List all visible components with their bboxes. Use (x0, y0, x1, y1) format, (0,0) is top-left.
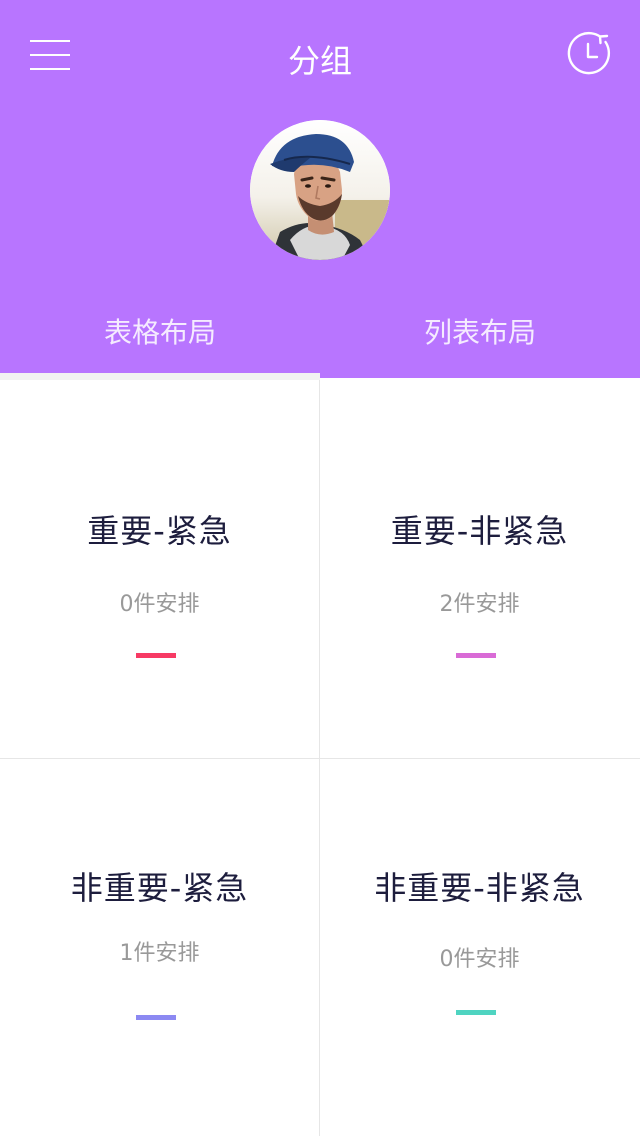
menu-icon-line (30, 54, 70, 56)
page-title: 分组 (287, 42, 352, 80)
group-cell-important-urgent[interactable]: 重要-紧急 0件安排 (0, 380, 319, 758)
history-button[interactable] (562, 30, 614, 82)
group-color-bar (456, 1010, 496, 1015)
group-color-bar (136, 1015, 176, 1020)
group-count: 1件安排 (119, 941, 200, 966)
user-avatar[interactable] (250, 120, 390, 260)
group-count: 2件安排 (439, 592, 520, 617)
group-title: 非重要-非紧急 (374, 869, 585, 907)
tab-list-layout[interactable]: 列表布局 (320, 300, 640, 370)
group-cell-not-important-not-urgent[interactable]: 非重要-非紧急 0件安排 (320, 759, 639, 1136)
group-cell-important-not-urgent[interactable]: 重要-非紧急 2件安排 (320, 380, 639, 758)
grid-divider-horizontal (0, 758, 640, 759)
group-title: 重要-非紧急 (390, 512, 569, 550)
group-grid: 重要-紧急 0件安排 重要-非紧急 2件安排 非重要-紧急 1件安排 非重要-非… (0, 380, 640, 1136)
group-color-bar (456, 653, 496, 658)
menu-icon-line (30, 68, 70, 70)
group-cell-not-important-urgent[interactable]: 非重要-紧急 1件安排 (0, 759, 319, 1136)
group-count: 0件安排 (439, 947, 520, 972)
group-color-bar (136, 653, 176, 658)
active-tab-indicator (0, 373, 320, 380)
app-screen: 分组 表格布局 列表布局 重要-紧急 0件安排 重要-非紧急 2件安排 非重要-… (0, 0, 640, 1136)
group-title: 重要-紧急 (87, 512, 232, 550)
history-clock-icon (567, 31, 611, 75)
group-title: 非重要-紧急 (70, 869, 249, 907)
menu-button[interactable] (26, 34, 74, 76)
menu-icon-line (30, 40, 70, 42)
avatar-image (250, 120, 390, 260)
group-count: 0件安排 (119, 592, 200, 617)
tab-grid-layout[interactable]: 表格布局 (0, 300, 320, 370)
header: 分组 表格布局 列表布局 (0, 0, 640, 378)
